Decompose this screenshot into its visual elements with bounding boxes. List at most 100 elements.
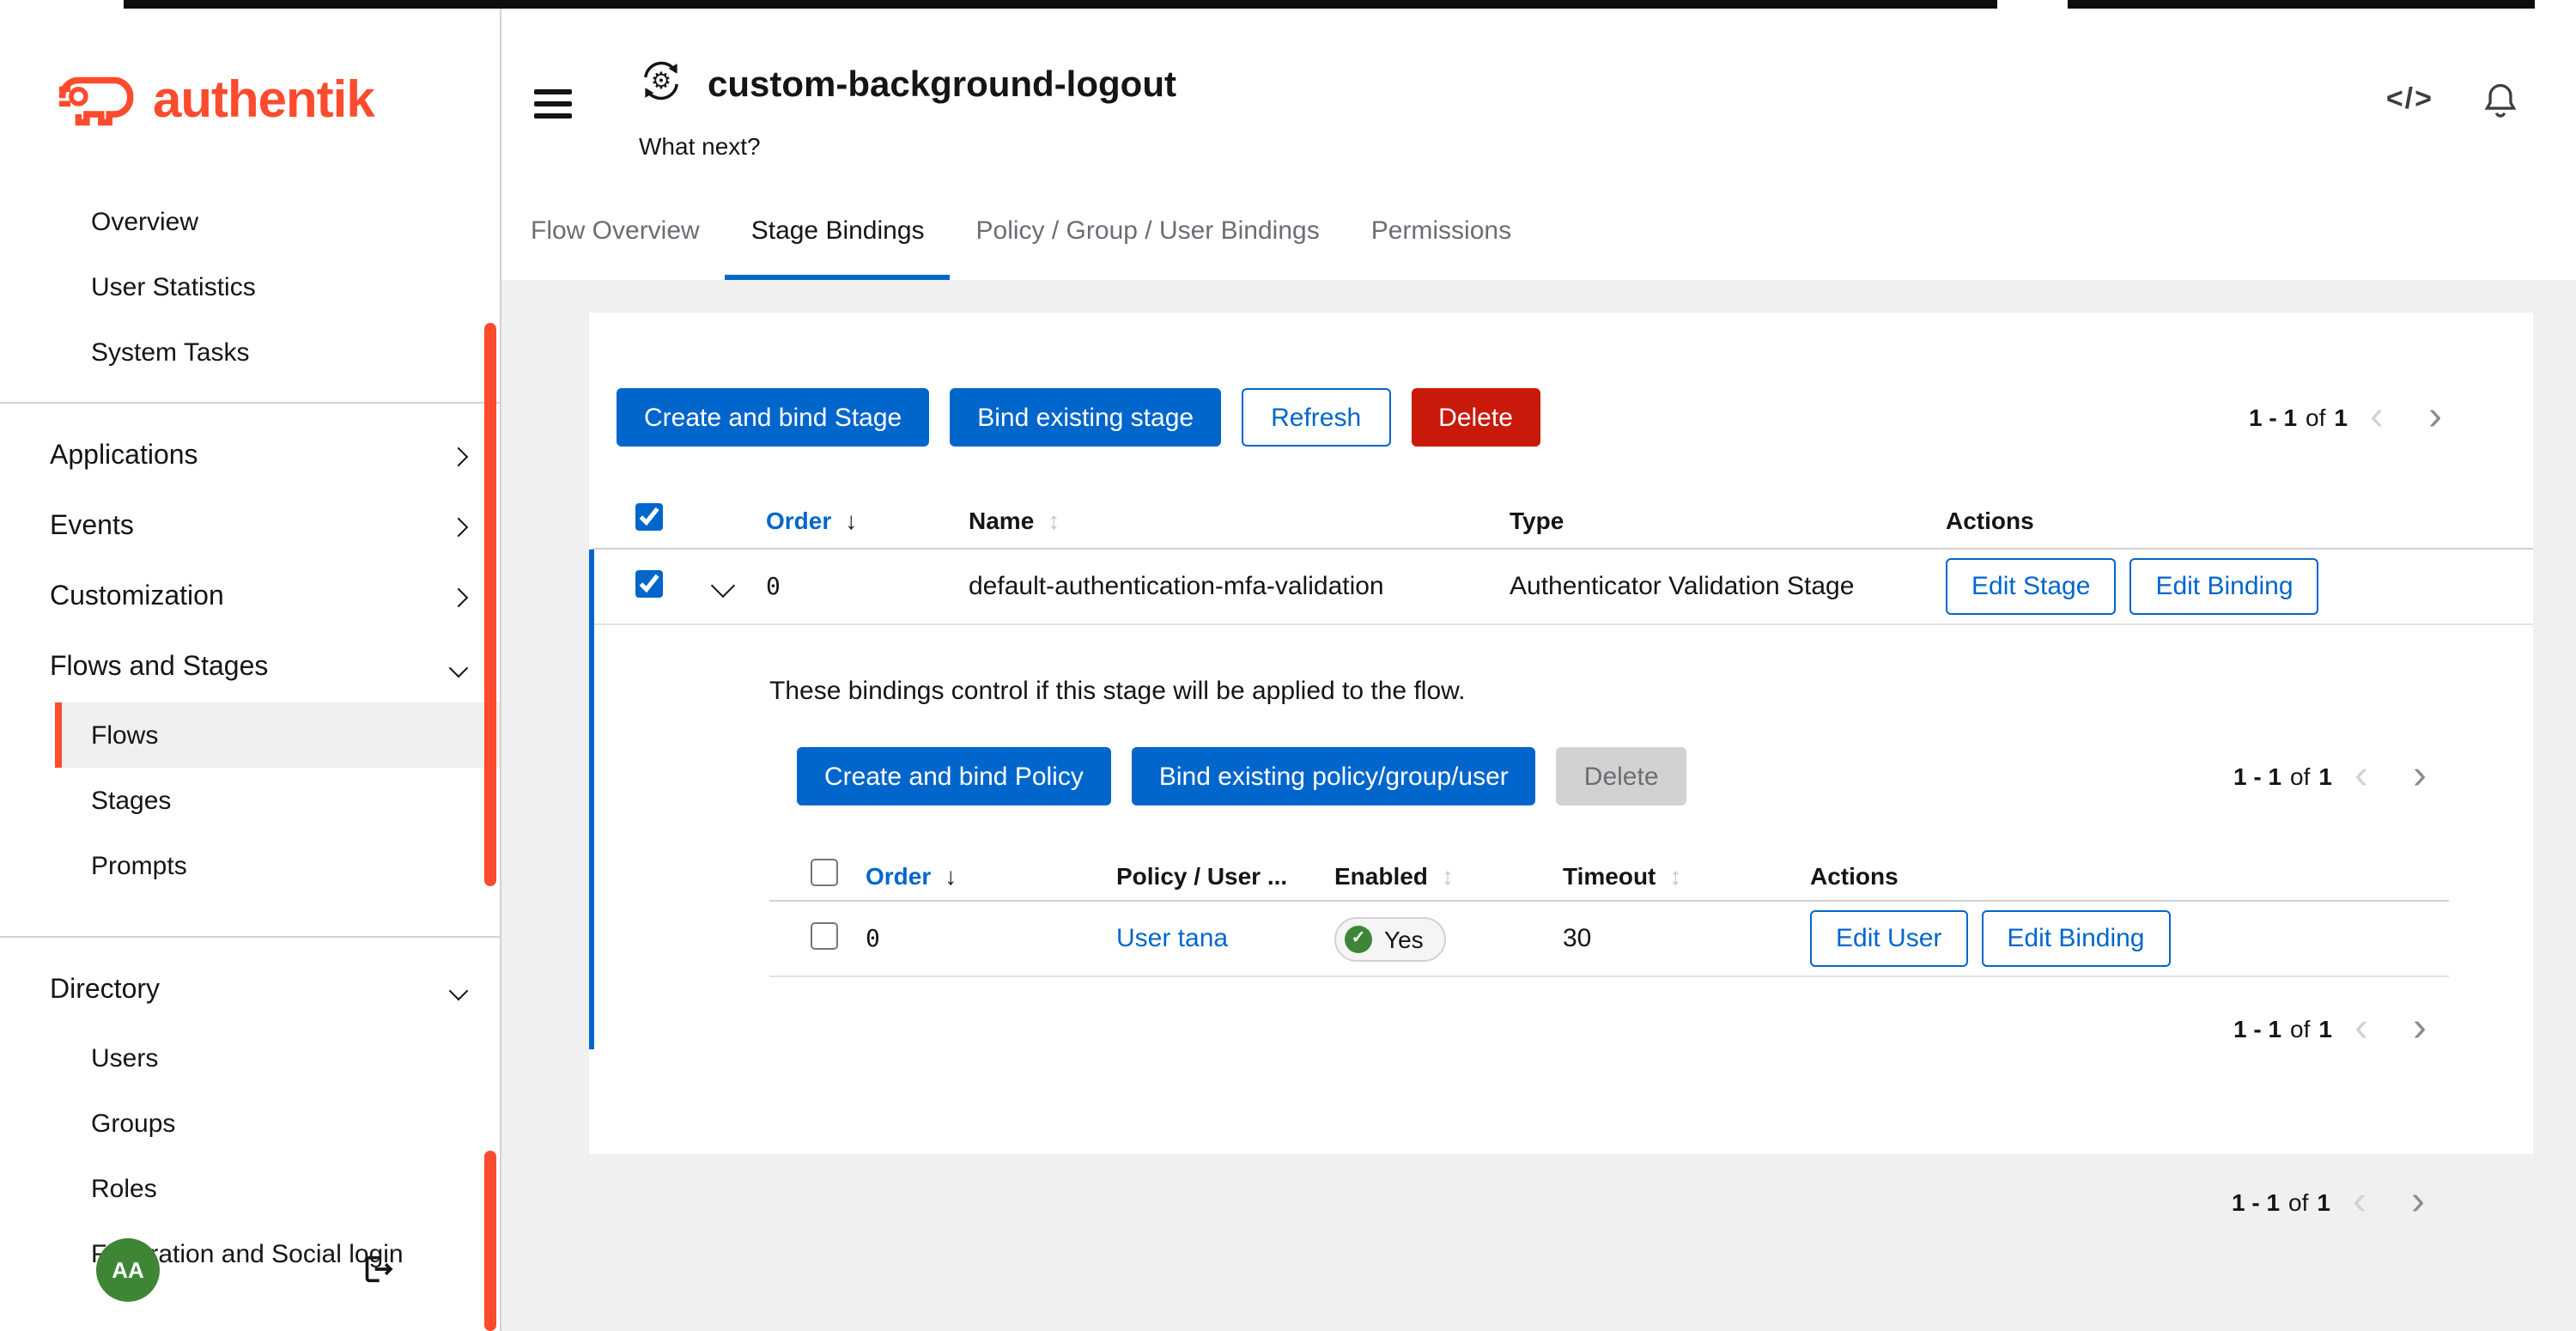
previous-page-icon[interactable]: ‹ [2332, 1008, 2391, 1049]
row-order: 0 [866, 925, 1116, 952]
authentik-logo[interactable]: authentik [0, 9, 500, 161]
create-and-bind-stage-button[interactable]: Create and bind Stage [617, 388, 929, 447]
bind-existing-policy-button[interactable]: Bind existing policy/group/user [1132, 747, 1536, 805]
tab-policy-group-user-bindings[interactable]: Policy / Group / User Bindings [951, 216, 1346, 280]
chevron-right-icon [449, 517, 469, 537]
edit-binding-button[interactable]: Edit Binding [2129, 558, 2318, 615]
sidebar-item-directory[interactable]: Directory [0, 955, 500, 1025]
column-header-actions: Actions [1946, 506, 2533, 533]
sidebar-item-label: Users [91, 1043, 158, 1073]
bind-existing-stage-button[interactable]: Bind existing stage [950, 388, 1221, 447]
sidebar-item-prompts[interactable]: Prompts [55, 833, 500, 898]
sidebar-scrollbar-thumb[interactable] [484, 1151, 496, 1331]
menu-icon[interactable] [531, 86, 575, 122]
logout-icon[interactable] [361, 1252, 395, 1295]
bindings-note: These bindings control if this stage wil… [769, 677, 2449, 706]
sidebar-item-user-statistics[interactable]: User Statistics [55, 254, 500, 319]
chevron-down-icon [449, 658, 469, 678]
sidebar-item-roles[interactable]: Roles [55, 1156, 500, 1221]
policy-user-link[interactable]: User tana [1116, 924, 1228, 953]
page-title: custom-background-logout [708, 64, 1176, 106]
authentik-admin-app: authentik Overview User Statistics Syste… [0, 0, 2576, 1331]
pagination-label: 1 - 1of1 [2233, 1015, 2332, 1042]
row-checkbox[interactable] [811, 921, 838, 949]
main-area: ⚙ custom-background-logout What next? </… [501, 9, 2576, 1331]
delete-policy-button[interactable]: Delete [1557, 747, 1686, 805]
next-page-icon[interactable]: › [2391, 1008, 2449, 1049]
stage-bindings-card: Create and bind Stage Bind existing stag… [589, 313, 2533, 1154]
column-header-timeout[interactable]: Timeout↕ [1563, 861, 1810, 889]
svg-text:⚙: ⚙ [651, 67, 671, 94]
chevron-right-icon [449, 447, 469, 466]
sidebar-item-customization[interactable]: Customization [0, 562, 500, 632]
top-strip-segment [124, 0, 1997, 9]
sidebar-item-label: Roles [91, 1174, 157, 1203]
code-icon[interactable]: </> [2386, 82, 2433, 117]
sidebar-item-overview[interactable]: Overview [55, 189, 500, 254]
previous-page-icon[interactable]: ‹ [2330, 1182, 2389, 1223]
sidebar-item-flows-and-stages[interactable]: Flows and Stages [0, 632, 500, 702]
sidebar-item-label: Applications [50, 441, 198, 471]
create-and-bind-policy-button[interactable]: Create and bind Policy [797, 747, 1111, 805]
tab-stage-bindings[interactable]: Stage Bindings [726, 216, 951, 280]
select-all-checkbox[interactable] [635, 503, 663, 531]
sidebar-divider [0, 402, 500, 404]
column-header-type: Type [1510, 506, 1946, 533]
column-header-enabled[interactable]: Enabled↕ [1334, 861, 1563, 889]
column-header-policy: Policy / User ... [1116, 861, 1334, 889]
sidebar-nav: Overview User Statistics System Tasks Ap… [0, 161, 500, 1286]
sidebar-divider [0, 936, 500, 938]
edit-stage-button[interactable]: Edit Stage [1946, 558, 2116, 615]
top-strip [0, 0, 2576, 9]
next-page-icon[interactable]: › [2391, 756, 2449, 797]
tab-bar: Flow Overview Stage Bindings Policy / Gr… [501, 216, 2576, 280]
policy-table: Order↓ Policy / User ... Enabled↕ Timeou… [769, 850, 2449, 977]
pagination-bottom: 1 - 1of1 ‹ › [2232, 1182, 2447, 1223]
sidebar-item-stages[interactable]: Stages [55, 768, 500, 833]
sidebar-item-label: Groups [91, 1109, 175, 1138]
sort-desc-icon: ↓ [945, 861, 957, 889]
column-header-order[interactable]: Order↓ [766, 506, 969, 533]
sidebar-item-label: Stages [91, 786, 171, 815]
edit-binding-button[interactable]: Edit Binding [1981, 910, 2170, 967]
sidebar-item-users[interactable]: Users [55, 1025, 500, 1091]
row-checkbox[interactable] [635, 569, 663, 597]
tab-flow-overview[interactable]: Flow Overview [531, 216, 726, 280]
column-header-order[interactable]: Order↓ [866, 861, 1116, 889]
sidebar-item-groups[interactable]: Groups [55, 1091, 500, 1156]
row-expander-icon[interactable] [711, 574, 735, 598]
tab-permissions[interactable]: Permissions [1346, 216, 1537, 280]
sidebar-item-applications[interactable]: Applications [0, 421, 500, 491]
next-page-icon[interactable]: › [2389, 1182, 2447, 1223]
sort-desc-icon: ↓ [845, 506, 857, 533]
avatar[interactable]: AA [96, 1238, 160, 1302]
sidebar-scrollbar-thumb[interactable] [484, 323, 496, 886]
page-header: ⚙ custom-background-logout What next? </… [501, 9, 2576, 280]
bell-icon[interactable] [2482, 79, 2519, 120]
edit-user-button[interactable]: Edit User [1810, 910, 1967, 967]
previous-page-icon[interactable]: ‹ [2348, 397, 2406, 438]
select-all-checkbox[interactable] [811, 859, 838, 886]
column-header-name[interactable]: Name↕ [969, 506, 1510, 533]
sidebar-item-system-tasks[interactable]: System Tasks [55, 319, 500, 385]
check-icon: ✓ [1345, 925, 1372, 952]
next-page-icon[interactable]: › [2406, 397, 2464, 438]
delete-button[interactable]: Delete [1411, 388, 1540, 447]
sidebar-item-label: Flows [91, 720, 158, 750]
pagination-label: 1 - 1of1 [2249, 404, 2348, 431]
pagination-label: 1 - 1of1 [2233, 763, 2332, 790]
previous-page-icon[interactable]: ‹ [2332, 756, 2391, 797]
sort-icon: ↕ [1442, 861, 1454, 889]
sidebar-item-flows[interactable]: Flows [55, 702, 500, 768]
row-order: 0 [766, 573, 969, 600]
pagination-label: 1 - 1of1 [2232, 1188, 2330, 1216]
sort-icon: ↕ [1048, 506, 1060, 533]
enabled-badge: ✓ Yes [1334, 916, 1446, 961]
refresh-button[interactable]: Refresh [1242, 388, 1390, 447]
column-header-actions: Actions [1810, 861, 2449, 889]
sidebar: authentik Overview User Statistics Syste… [0, 9, 501, 1331]
pagination-top: 1 - 1of1 ‹ › [2249, 397, 2464, 438]
sidebar-item-label: Events [50, 511, 134, 542]
sidebar-item-events[interactable]: Events [0, 491, 500, 562]
row-timeout: 30 [1563, 924, 1810, 953]
